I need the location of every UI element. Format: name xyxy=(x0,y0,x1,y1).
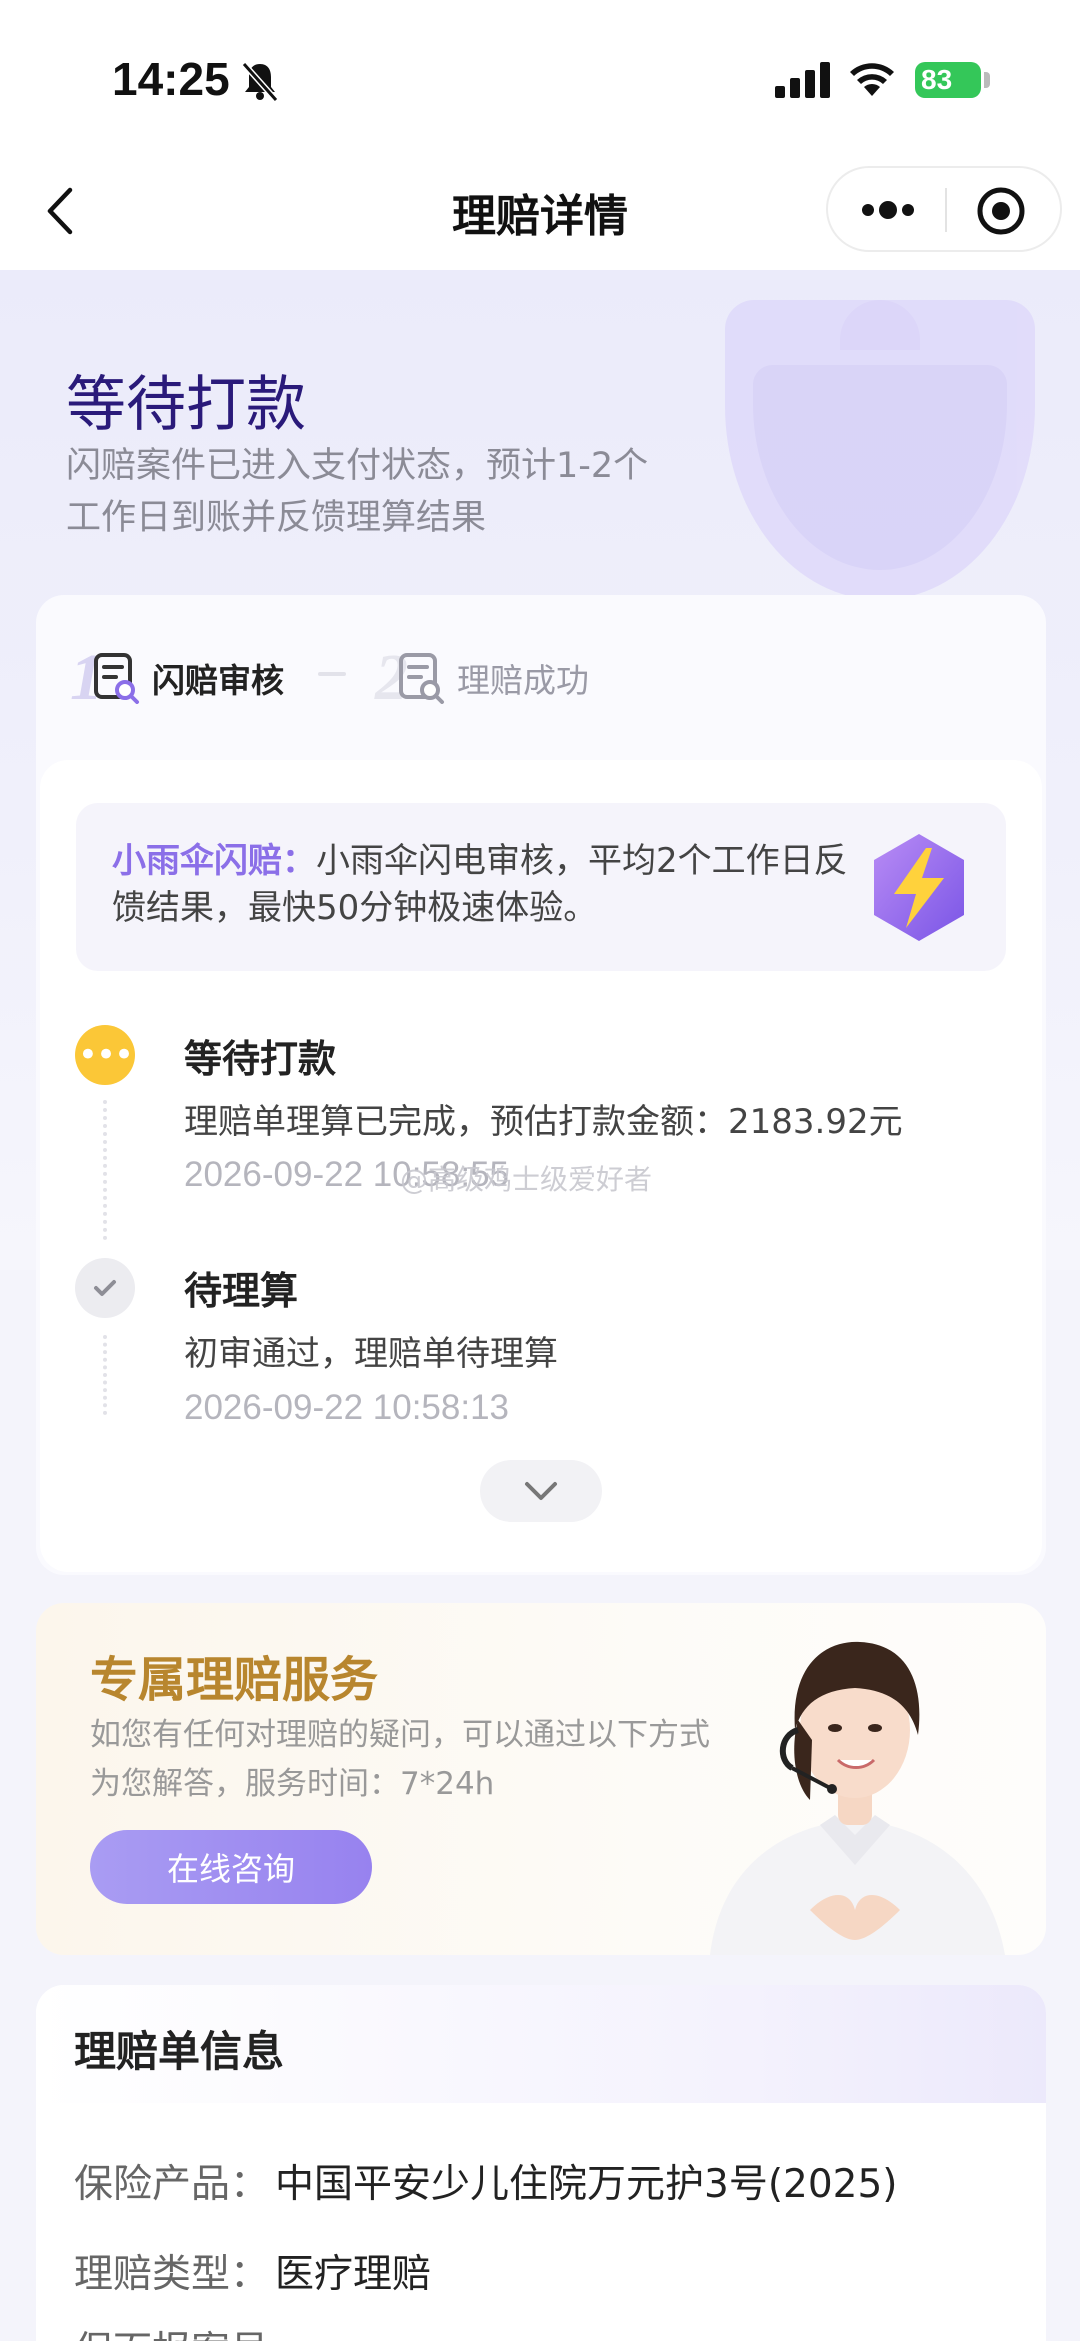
info-label: 保面报案号 xyxy=(74,2320,269,2341)
status-title: 等待打款 xyxy=(66,370,306,440)
battery-level: 83 xyxy=(921,64,953,95)
info-label: 理赔类型： xyxy=(74,2252,270,2297)
timeline-description: 理赔单理算已完成，预估打款金额：2183.92元 xyxy=(184,1102,903,1142)
step-claim-success: 2 理赔成功 xyxy=(375,640,589,716)
step-label: 闪赔审核 xyxy=(152,661,284,700)
timeline-connector xyxy=(103,1335,107,1415)
status-time: 14:25 xyxy=(112,53,230,105)
chevron-down-icon xyxy=(525,1482,557,1500)
timeline-description: 初审通过，理赔单待理算 xyxy=(184,1334,558,1374)
battery-icon: 83 xyxy=(915,62,981,98)
more-dots-icon[interactable] xyxy=(858,190,918,230)
info-row-report-number: 保面报案号 xyxy=(74,2320,269,2341)
timeline-active-dot: ••• xyxy=(75,1025,135,1085)
claim-info-title: 理赔单信息 xyxy=(74,2027,285,2076)
expand-timeline-button[interactable] xyxy=(480,1460,602,1522)
wifi-icon xyxy=(850,63,894,96)
signal-icon xyxy=(775,62,830,98)
capsule-divider xyxy=(945,188,947,232)
timeline-time: 2026-09-22 10:58:13 xyxy=(184,1388,509,1427)
step-connector xyxy=(318,672,346,676)
step-label: 理赔成功 xyxy=(457,661,589,700)
watermark: @高级鸡士级爱好者 xyxy=(400,1163,653,1196)
customer-service-agent-image xyxy=(710,1641,1005,1955)
bell-slash-icon xyxy=(241,62,279,102)
service-title: 专属理赔服务 xyxy=(90,1652,379,1708)
timeline-done-dot xyxy=(75,1258,135,1318)
document-search-icon xyxy=(94,653,139,704)
status-description: 闪赔案件已进入支付状态，预计1-2个工作日到账并反馈理算结果 xyxy=(66,446,649,538)
battery-tip xyxy=(984,72,990,88)
service-description: 如您有任何对理赔的疑问，可以通过以下方式为您解答，服务时间：7*24h xyxy=(90,1717,710,1802)
info-row-product: 保险产品： 中国平安少儿住院万元护3号(2025) xyxy=(74,2153,898,2209)
check-icon xyxy=(94,1280,116,1296)
timeline-title: 待理算 xyxy=(184,1269,299,1313)
info-value: 中国平安少儿住院万元护3号(2025) xyxy=(275,2162,898,2207)
timeline-title: 等待打款 xyxy=(184,1037,337,1081)
timeline-connector xyxy=(103,1100,107,1240)
info-label: 保险产品： xyxy=(74,2162,270,2207)
step-flash-review: 1 闪赔审核 xyxy=(70,640,284,716)
mini-program-capsule xyxy=(826,166,1062,252)
target-circle-icon[interactable] xyxy=(976,186,1026,236)
info-value: 医疗理赔 xyxy=(275,2252,432,2297)
flash-claim-text: 小雨伞闪赔：小雨伞闪电审核，平均2个工作日反馈结果，最快50分钟极速体验。 xyxy=(112,838,872,932)
document-search-icon xyxy=(399,653,444,704)
info-row-type: 理赔类型： 医疗理赔 xyxy=(74,2243,431,2299)
online-consult-button[interactable]: 在线咨询 xyxy=(90,1830,372,1904)
lightning-icon xyxy=(874,834,964,941)
flash-brand: 小雨伞闪赔： xyxy=(112,841,316,881)
